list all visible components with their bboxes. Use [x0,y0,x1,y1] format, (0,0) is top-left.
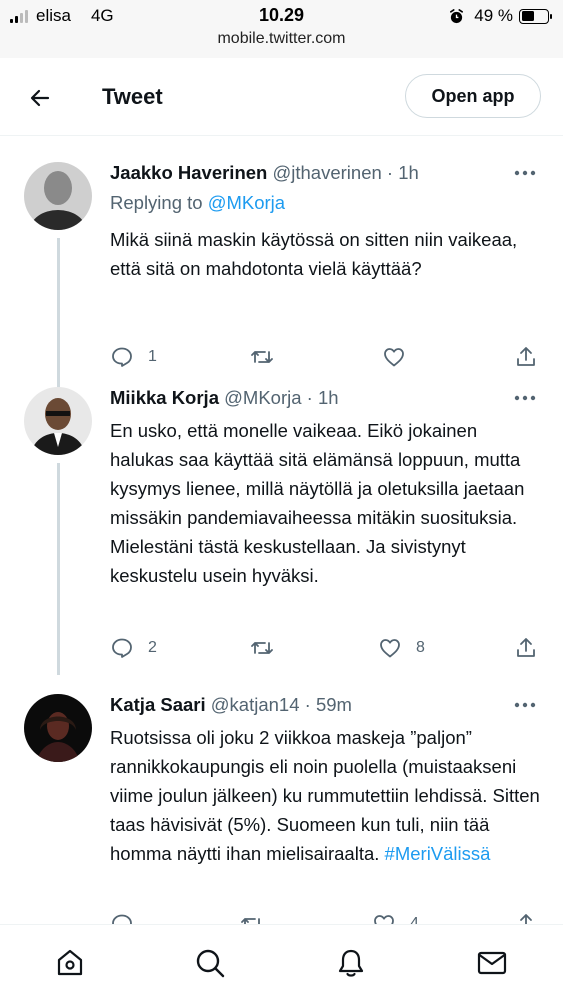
battery-percent: 49 % [474,6,513,25]
page-header: Tweet Open app [0,58,563,136]
status-bar: elisa 4G 10.29 49 % [0,0,563,32]
author-name[interactable]: Miikka Korja [110,387,219,408]
nav-search[interactable] [192,945,228,981]
tweet[interactable]: Jaakko Haverinen @jthaverinen · 1h Reply… [0,162,563,390]
alarm-icon [450,8,464,23]
retweet-button[interactable] [250,636,288,660]
replying-to-prefix: Replying to [110,192,208,213]
more-icon[interactable] [513,700,537,710]
avatar[interactable] [24,694,92,762]
replying-to: Replying to @MKorja [110,192,285,214]
status-right: 49 % [449,6,552,26]
search-icon [196,949,225,978]
tweet-text: Ruotsissa oli joku 2 viikkoa maskeja ”pa… [110,723,540,868]
like-button[interactable]: 8 [378,636,425,660]
arrow-left-icon [30,89,50,107]
reply-count: 1 [148,348,157,365]
open-app-button[interactable]: Open app [405,74,541,118]
retweet-icon [251,351,273,363]
tweet[interactable]: Katja Saari @katjan14 · 59m Ruotsissa ol… [0,694,563,924]
avatar[interactable] [24,387,92,455]
heart-icon [380,639,400,658]
share-icon [517,347,535,366]
tweet-actions: 2 8 [110,636,540,664]
like-button[interactable] [382,345,420,369]
like-count: 8 [416,639,425,656]
author-meta[interactable]: @katjan14 · 59m [211,694,352,715]
hashtag-link[interactable]: #MeriVälissä [385,843,491,864]
retweet-button[interactable] [250,345,288,369]
messages-icon [477,951,507,975]
tweet-header: Jaakko Haverinen @jthaverinen · 1h [110,162,419,184]
reply-icon [112,347,132,367]
notifications-icon [338,949,364,977]
avatar[interactable] [24,162,92,230]
author-name[interactable]: Jaakko Haverinen [110,162,267,183]
tweet-header: Katja Saari @katjan14 · 59m [110,694,352,716]
share-icon [517,638,535,657]
battery-icon [519,8,552,24]
author-meta[interactable]: @MKorja · 1h [224,387,338,408]
tweet-actions: 1 [110,345,540,373]
nav-home[interactable] [52,945,88,981]
page-title: Tweet [102,84,163,109]
more-icon[interactable] [513,168,537,178]
nav-messages[interactable] [474,945,510,981]
retweet-icon [251,642,273,654]
replying-to-mention[interactable]: @MKorja [208,192,285,213]
heart-icon [384,348,404,367]
tweet-text: Mikä siinä maskin käytössä on sitten nii… [110,229,518,279]
battery-fill [521,11,534,21]
thread-line [57,463,60,675]
tweet-header: Miikka Korja @MKorja · 1h [110,387,339,409]
more-icon[interactable] [513,393,537,403]
share-button[interactable] [514,345,538,369]
thread-line [57,238,60,390]
reply-count: 2 [148,639,157,656]
reply-icon [112,638,132,658]
bottom-nav [0,924,563,1000]
tweet-text: En usko, että monelle vaikeaa. Eikö joka… [110,420,525,586]
tweet[interactable]: Miikka Korja @MKorja · 1h En usko, että … [0,387,563,677]
author-meta[interactable]: @jthaverinen · 1h [272,162,418,183]
reply-button[interactable]: 2 [110,636,157,660]
url-bar[interactable]: mobile.twitter.com [0,30,563,58]
nav-notifications[interactable] [333,945,369,981]
back-button[interactable] [22,80,58,116]
author-name[interactable]: Katja Saari [110,694,206,715]
share-button[interactable] [514,636,538,660]
home-icon [57,949,83,976]
reply-button[interactable]: 1 [110,345,157,369]
